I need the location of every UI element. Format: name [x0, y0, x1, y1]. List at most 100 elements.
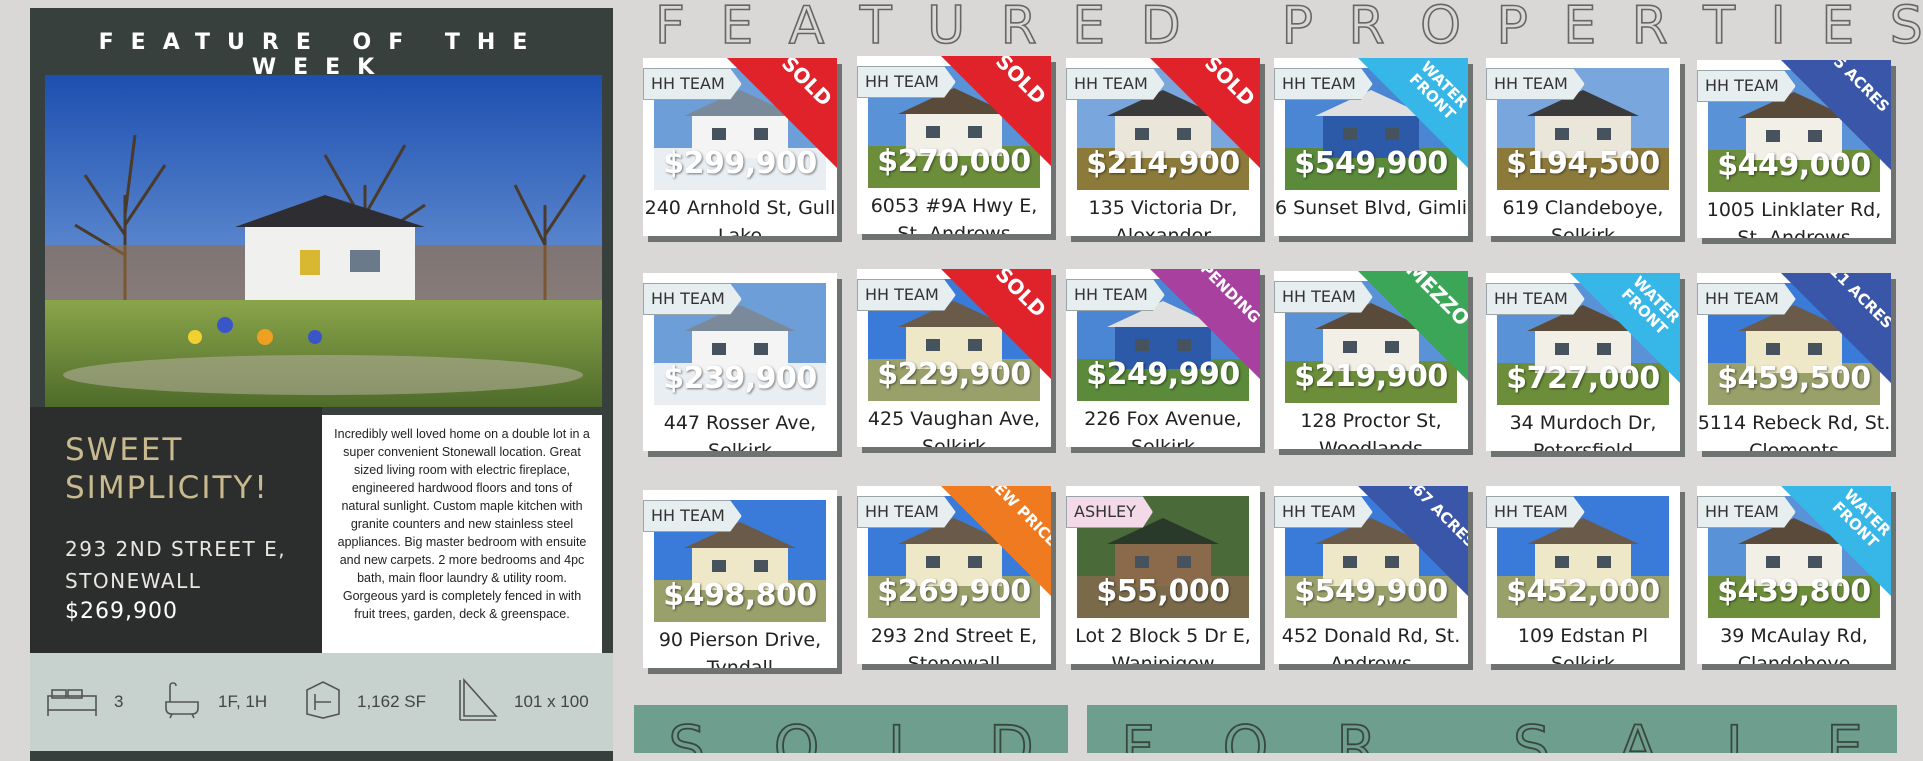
- banner-letter: S: [667, 713, 706, 753]
- listing-address: 90 Pierson Drive, Tyndall: [658, 629, 822, 668]
- stat-value: 1F, 1H: [218, 692, 268, 711]
- banner-letter: S: [1512, 713, 1551, 753]
- agent-tag: HH TEAM: [643, 283, 742, 315]
- feature-description: Incredibly well loved home on a double l…: [334, 427, 590, 621]
- heading-letter: T: [859, 0, 892, 57]
- listing-price: $270,000: [877, 144, 1031, 179]
- banner-letter: E: [1825, 713, 1863, 753]
- agent-tag: HH TEAM: [643, 500, 742, 532]
- banner-letter: R: [1335, 713, 1377, 753]
- lot-size-icon: [458, 677, 498, 727]
- listing-card[interactable]: HH TEAM SOLD $270,000 6053 #9A Hwy E, St. A…: [857, 56, 1051, 234]
- listing-card[interactable]: HH TEAM WATER FRONT $549,900 6 Sunset Blvd,…: [1274, 58, 1468, 236]
- feature-of-the-week-panel: FEATURE OF THE WEEK SWEET SIMPLICITY! 29…: [30, 8, 613, 761]
- listing-address: 6 Sunset Blvd, Gimli: [1274, 197, 1468, 219]
- listing-address: 109 Edstan Pl Selkirk: [1517, 625, 1649, 664]
- banner-letter: F: [1120, 713, 1155, 753]
- listing-address: 425 Vaughan Ave, Selkirk: [867, 408, 1041, 447]
- listing-card[interactable]: HH TEAM $498,800 90 Pierson Drive, Tyndall: [643, 490, 837, 668]
- feature-title: SWEET SIMPLICITY!: [65, 432, 269, 506]
- feature-photo[interactable]: [45, 75, 602, 407]
- heading-letter: F: [654, 0, 686, 57]
- feature-description-box: Incredibly well loved home on a double l…: [322, 415, 602, 653]
- listing-address: 34 Murdoch Dr, Petersfield: [1509, 412, 1657, 451]
- listing-address: 39 McAulay Rd, Clandeboye: [1720, 625, 1868, 664]
- listing-card[interactable]: HH TEAM SOLD $299,900 240 Arnhold St, Gull …: [643, 58, 837, 236]
- feature-price: $269,900: [65, 599, 178, 624]
- listing-address: 619 Clandeboye, Selkirk: [1502, 197, 1664, 236]
- stat-value: 101 x 100: [514, 692, 589, 711]
- listing-card[interactable]: HH TEAM MEZZO $219,900 128 Proctor St, Wood…: [1274, 271, 1468, 449]
- listing-address: 6053 #9A Hwy E, St. Andrews: [870, 195, 1038, 234]
- listing-address: 452 Donald Rd, St. Andrews: [1281, 625, 1461, 664]
- listing-card[interactable]: HH TEAM SOLD $229,900 425 Vaughan Ave, Selk…: [857, 269, 1051, 447]
- listing-address: 1005 Linklater Rd, St. Andrews: [1706, 199, 1882, 238]
- heading-letter: T: [1703, 0, 1736, 57]
- listing-price: $498,800: [663, 578, 817, 613]
- listing-address: 240 Arnhold St, Gull Lake: [644, 197, 836, 236]
- heading-letter: P: [1281, 0, 1314, 57]
- feature-address: 293 2ND STREET E, STONEWALL: [65, 537, 287, 593]
- heading-letter: A: [788, 0, 825, 57]
- banner-letter: O: [1222, 713, 1269, 753]
- agent-tag: HH TEAM: [1486, 496, 1585, 528]
- listing-price: $549,900: [1294, 146, 1448, 181]
- listing-address: Lot 2 Block 5 Dr E, Wanipigow: [1075, 625, 1251, 664]
- listing-price: $229,900: [877, 357, 1031, 392]
- listing-price: $269,900: [877, 574, 1031, 609]
- listing-card[interactable]: HH TEAM 11 ACRES $459,500 5114 Rebeck Rd, S…: [1697, 273, 1891, 451]
- for-sale-banner: FOR SALE: [1087, 705, 1897, 753]
- listing-address: 5114 Rebeck Rd, St. Clements: [1697, 412, 1891, 451]
- heading-letter: E: [1563, 0, 1597, 57]
- heading-letter: E: [1821, 0, 1855, 57]
- banner-letter: L: [1725, 713, 1759, 753]
- listing-card[interactable]: HH TEAM $452,000 109 Edstan Pl Selkirk: [1486, 486, 1680, 664]
- listing-price: $449,000: [1717, 148, 1871, 183]
- listing-address: 447 Rosser Ave, Selkirk: [663, 412, 817, 451]
- listing-card[interactable]: HH TEAM $194,500 619 Clandeboye, Selkirk: [1486, 58, 1680, 236]
- listing-price: $727,000: [1506, 361, 1660, 396]
- feature-heading: FEATURE OF THE WEEK: [98, 30, 545, 80]
- listing-address: 135 Victoria Dr, Alexander: [1088, 197, 1238, 236]
- listing-card[interactable]: HH TEAM WATER FRONT $727,000 34 Murdoch Dr,…: [1486, 273, 1680, 451]
- listing-card[interactable]: HH TEAM SOLD $214,900 135 Victoria Dr, Alex…: [1066, 58, 1260, 236]
- listing-address: 226 Fox Avenue, Selkirk: [1084, 408, 1242, 447]
- agent-tag: ASHLEY: [1066, 496, 1153, 528]
- listing-card[interactable]: HH TEAM $239,900 447 Rosser Ave, Selkirk: [643, 273, 837, 451]
- banner-letter: L: [887, 713, 921, 753]
- listing-card[interactable]: HH TEAM WATER FRONT $439,800 39 McAulay Rd,…: [1697, 486, 1891, 664]
- listing-price: $249,990: [1086, 357, 1240, 392]
- listing-card[interactable]: HH TEAM4.67 ACRES$549,900452 Donald Rd, …: [1274, 486, 1468, 664]
- feature-info: SWEET SIMPLICITY! 293 2ND STREET E, STON…: [30, 407, 322, 653]
- listing-price: $194,500: [1506, 146, 1660, 181]
- heading-letter: S: [1889, 0, 1923, 57]
- stat-bedrooms: 3: [46, 682, 123, 722]
- heading-letter: I: [1770, 0, 1787, 57]
- banner-letter: D: [988, 713, 1034, 753]
- listing-price: $459,500: [1717, 361, 1871, 396]
- agent-tag: HH TEAM: [1486, 68, 1585, 100]
- floor-plan-icon: [305, 680, 341, 725]
- bed-icon: [46, 682, 98, 723]
- sold-banner: SOLD: [634, 705, 1068, 753]
- listing-price: $214,900: [1086, 146, 1240, 181]
- heading-letter: R: [1000, 0, 1038, 57]
- listing-card[interactable]: ASHLEY $55,000 Lot 2 Block 5 Dr E, Wanipig…: [1066, 486, 1260, 664]
- heading-letter: O: [1419, 0, 1462, 57]
- bathtub-icon: [162, 680, 202, 725]
- listing-price: $299,900: [663, 146, 817, 181]
- listing-price: $549,900: [1294, 574, 1448, 609]
- banner-letter: O: [773, 713, 820, 753]
- listing-card[interactable]: HH TEAM NEW PRICE $269,900 293 2nd Street E…: [857, 486, 1051, 664]
- listing-card[interactable]: HH TEAM PENDING $249,990 226 Fox Avenue, Se…: [1066, 269, 1260, 447]
- heading-letter: D: [1140, 0, 1182, 57]
- stat-value: 3: [114, 692, 124, 711]
- stat-square-feet: 1,162 SF: [305, 680, 426, 725]
- listing-price: $55,000: [1096, 574, 1230, 609]
- listing-card[interactable]: HH TEAM 5 ACRES $449,000 1005 Linklater Rd,…: [1697, 60, 1891, 238]
- featured-properties-heading: FEATURED PROPERTIES: [654, 0, 1923, 57]
- listing-price: $239,900: [663, 361, 817, 396]
- heading-letter: P: [1496, 0, 1529, 57]
- stat-bathrooms: 1F, 1H: [162, 680, 268, 725]
- heading-letter: U: [926, 0, 966, 57]
